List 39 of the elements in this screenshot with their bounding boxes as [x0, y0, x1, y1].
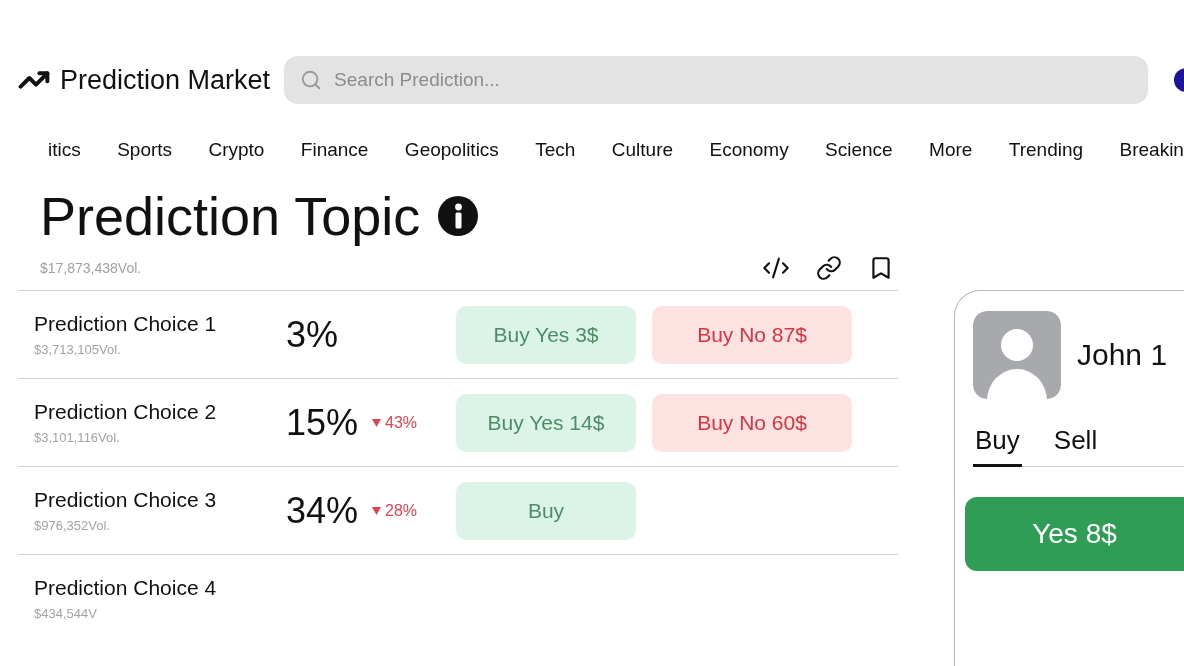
info-icon[interactable]	[438, 196, 479, 236]
buy-no-button[interactable]: Buy No 60$	[652, 393, 852, 452]
category-link[interactable]: Breakin	[1119, 138, 1184, 162]
topic-title: Prediction Topic	[40, 185, 421, 248]
change-value: 43%	[385, 413, 418, 432]
choice-name: Prediction Choice 4	[34, 576, 218, 600]
search-field[interactable]: Search Prediction...	[284, 56, 1148, 104]
trade-tab[interactable]: Buy	[973, 425, 1022, 467]
category-link[interactable]: Economy	[709, 138, 789, 162]
category-link[interactable]: Geopolitics	[404, 138, 499, 162]
category-link[interactable]: Science	[825, 138, 893, 162]
category-link[interactable]: Trending	[1008, 138, 1084, 162]
choice-name: Prediction Choice 3	[34, 488, 218, 512]
search-icon	[300, 69, 323, 91]
topic-volume: $17,873,438Vol.	[40, 260, 142, 276]
buy-yes-button[interactable]: Buy Yes 3$	[456, 305, 636, 364]
buy-no-button[interactable]: Buy No 87$	[652, 305, 852, 364]
choice-volume: $3,101,116Vol.	[34, 430, 121, 445]
avatar-icon	[973, 311, 1061, 399]
choice-name: Prediction Choice 2	[34, 400, 218, 424]
choice-volume: $976,352Vol.	[34, 518, 111, 533]
change-value: 28%	[385, 501, 418, 520]
category-link[interactable]: More	[929, 138, 973, 162]
choice-percent: 15%	[286, 401, 359, 444]
category-link[interactable]: Culture	[611, 138, 674, 162]
user-name: John 1	[1077, 338, 1168, 372]
category-link[interactable]: Crypto	[208, 138, 265, 162]
category-link[interactable]: Sports	[117, 138, 173, 162]
choice-volume: $3,713,105Vol.	[34, 342, 122, 357]
category-link[interactable]: Finance	[300, 138, 369, 162]
category-link[interactable]: itics	[48, 138, 81, 162]
choice-percent: 34%	[286, 489, 359, 532]
category-link[interactable]: Tech	[535, 138, 576, 162]
link-icon[interactable]	[816, 255, 842, 281]
choice-volume: $434,544V	[34, 606, 98, 621]
app-title: Prediction Market	[60, 64, 271, 96]
choice-name: Prediction Choice 1	[34, 312, 218, 336]
trade-tab[interactable]: Sell	[1051, 425, 1100, 467]
choice-percent: 3%	[286, 313, 339, 356]
